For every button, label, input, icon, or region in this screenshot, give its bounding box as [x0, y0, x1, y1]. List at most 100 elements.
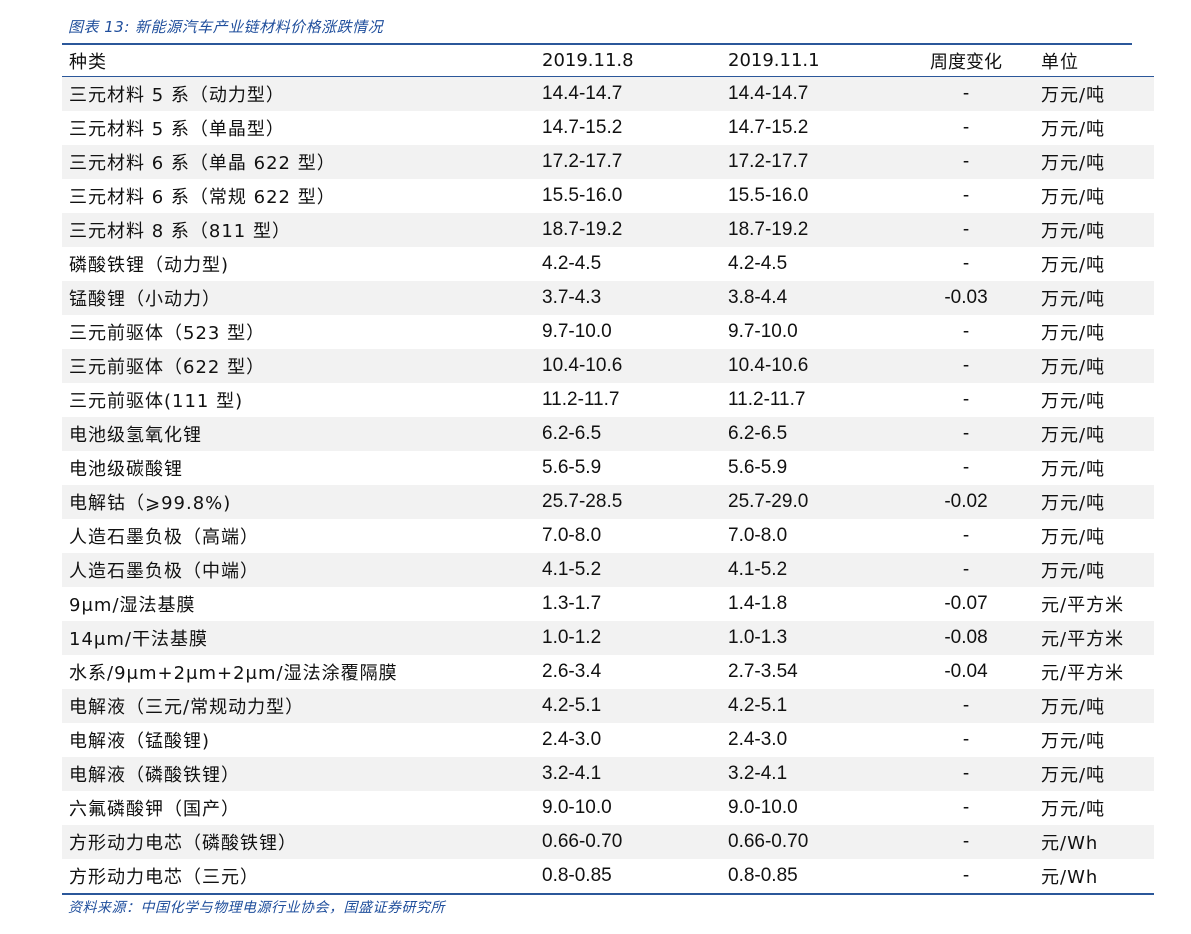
cell-weekly-change: -0.04 [944, 661, 988, 682]
cell-category: 电解钴（⩾99.8%) [62, 485, 539, 519]
cell-category: 人造石墨负极（高端） [69, 527, 259, 548]
table-row: 电解液（三元/常规动力型） 4.2-5.1 4.2-5.1- 万元/吨 [62, 689, 1154, 723]
cell-weekly-change: - [962, 525, 970, 546]
cell-price-previous: 4.2-4.5 [728, 253, 788, 274]
cell-category: 三元材料 5 系（动力型） [62, 76, 539, 111]
cell-category: 电池级碳酸锂 [69, 459, 183, 480]
cell-weekly-change: -0.03 [903, 281, 1029, 315]
cell-category: 三元材料 6 系（常规 622 型） [69, 187, 336, 208]
cell-unit: 万元/吨 [1029, 553, 1154, 587]
cell-price-current: 14.4-14.7 [539, 76, 728, 111]
table-row: 六氟磷酸钾（国产） 9.0-10.0 9.0-10.0 - 万元/吨 [62, 791, 1154, 825]
table-row: 电池级氢氧化锂 6.2-6.5 6.2-6.5- 万元/吨 [62, 417, 1154, 451]
table-row: 三元材料 5 系（单晶型） 14.7-15.2 14.7-15.2 - 万元/吨 [62, 111, 1154, 145]
table-row: 三元材料 8 系（811 型） 18.7-19.2 18.7-19.2- 万元/吨 [62, 213, 1154, 247]
cell-weekly-change: - [903, 825, 1029, 859]
cell-price-current: 4.2-5.1 [539, 689, 728, 723]
cell-price-previous: 3.8-4.4 [728, 281, 903, 315]
header-date-previous: 2019.11.1 [728, 45, 903, 77]
cell-price-current: 3.2-4.1 [539, 757, 728, 791]
cell-category: 电池级氢氧化锂 [62, 417, 539, 451]
cell-category: 六氟磷酸钾（国产） [69, 799, 240, 820]
cell-weekly-change: - [962, 797, 970, 818]
cell-weekly-change: - [903, 757, 1029, 791]
table-row: 三元材料 5 系（动力型） 14.4-14.7 14.4-14.7- 万元/吨 [62, 76, 1154, 111]
cell-weekly-change: - [903, 76, 1029, 111]
cell-price-previous: 14.4-14.7 [728, 76, 903, 111]
source-note: 资料来源：中国化学与物理电源行业协会，国盛证券研究所 [68, 900, 445, 916]
cell-unit: 万元/吨 [1029, 76, 1154, 111]
cell-price-previous: 0.66-0.70 [728, 825, 903, 859]
cell-price-current: 17.2-17.7 [539, 145, 728, 179]
cell-price-current: 5.6-5.9 [542, 457, 602, 478]
cell-price-previous: 2.7-3.54 [728, 661, 798, 682]
cell-price-current: 4.1-5.2 [539, 553, 728, 587]
cell-unit: 万元/吨 [1041, 187, 1106, 208]
cell-category: 三元前驱体（622 型） [62, 349, 539, 383]
cell-category: 方形动力电芯（磷酸铁锂） [62, 825, 539, 859]
cell-unit: 万元/吨 [1041, 731, 1106, 752]
cell-weekly-change: - [903, 145, 1029, 179]
cell-unit: 万元/吨 [1029, 281, 1154, 315]
cell-category: 电解液（锰酸锂) [69, 731, 211, 752]
cell-price-current: 0.66-0.70 [539, 825, 728, 859]
cell-unit: 万元/吨 [1041, 391, 1106, 412]
cell-unit: 元/Wh [1029, 825, 1154, 859]
header-category: 种类 [62, 45, 539, 77]
table-row: 14μm/干法基膜 1.0-1.2 1.0-1.3 -0.08 元/平方米 [62, 621, 1154, 655]
cell-category: 电解液（磷酸铁锂） [62, 757, 539, 791]
table-row: 三元前驱体（622 型） 10.4-10.6 10.4-10.6- 万元/吨 [62, 349, 1154, 383]
header-weekly-change: 周度变化 [903, 45, 1029, 77]
table-row: 电池级碳酸锂 5.6-5.9 5.6-5.9 - 万元/吨 [62, 451, 1154, 485]
cell-weekly-change: -0.08 [903, 621, 1029, 655]
cell-price-current: 2.4-3.0 [542, 729, 602, 750]
cell-category: 电解液（三元/常规动力型） [62, 689, 539, 723]
table-row: 水系/9μm+2μm+2μm/湿法涂覆隔膜 2.6-3.4 2.7-3.54 -0.0… [62, 655, 1154, 689]
cell-weekly-change: - [962, 185, 970, 206]
cell-price-previous: 4.1-5.2 [728, 553, 903, 587]
table-row: 9μm/湿法基膜 1.3-1.7 1.4-1.8 -0.07 元/平方米 [62, 587, 1154, 621]
cell-category: 水系/9μm+2μm+2μm/湿法涂覆隔膜 [69, 663, 398, 684]
cell-price-current: 18.7-19.2 [539, 213, 728, 247]
cell-weekly-change: - [962, 457, 970, 478]
cell-unit: 万元/吨 [1041, 119, 1106, 140]
cell-price-previous: 10.4-10.6 [728, 349, 903, 383]
cell-price-current: 11.2-11.7 [542, 389, 620, 410]
cell-unit: 万元/吨 [1029, 213, 1154, 247]
cell-price-current: 2.6-3.4 [542, 661, 602, 682]
cell-weekly-change: - [962, 321, 970, 342]
table-row: 三元材料 6 系（常规 622 型） 15.5-16.0 15.5-16.0 - 万元/… [62, 179, 1154, 213]
cell-unit: 万元/吨 [1029, 757, 1154, 791]
cell-unit: 万元/吨 [1029, 349, 1154, 383]
cell-price-current: 7.0-8.0 [542, 525, 602, 546]
cell-unit: 元/平方米 [1029, 621, 1154, 655]
cell-weekly-change: -0.02 [903, 485, 1029, 519]
cell-price-current: 9.7-10.0 [542, 321, 612, 342]
cell-unit: 万元/吨 [1041, 527, 1106, 548]
cell-price-previous: 1.0-1.3 [728, 621, 903, 655]
cell-weekly-change: - [962, 253, 970, 274]
cell-category: 人造石墨负极（中端） [62, 553, 539, 587]
cell-price-current: 14.7-15.2 [542, 117, 623, 138]
cell-price-previous: 14.7-15.2 [728, 117, 809, 138]
table-row: 磷酸铁锂（动力型) 4.2-4.5 4.2-4.5 - 万元/吨 [62, 247, 1154, 281]
cell-unit: 元/Wh [1029, 859, 1154, 895]
cell-category: 三元材料 5 系（单晶型） [69, 119, 285, 140]
cell-price-current: 4.2-4.5 [542, 253, 602, 274]
cell-price-current: 6.2-6.5 [539, 417, 728, 451]
cell-category: 三元前驱体(111 型) [69, 391, 244, 412]
cell-weekly-change: - [903, 349, 1029, 383]
table-body: 三元材料 5 系（动力型） 14.4-14.7 14.4-14.7- 万元/吨 三元材料… [62, 76, 1154, 895]
cell-weekly-change: - [903, 553, 1029, 587]
cell-price-previous: 18.7-19.2 [728, 213, 903, 247]
cell-price-previous: 2.4-3.0 [728, 729, 788, 750]
cell-price-previous: 4.2-5.1 [728, 689, 903, 723]
cell-price-current: 25.7-28.5 [539, 485, 728, 519]
cell-unit: 万元/吨 [1029, 689, 1154, 723]
figure-caption: 图表 13: 新能源汽车产业链材料价格涨跌情况 [68, 18, 384, 36]
cell-price-previous: 9.7-10.0 [728, 321, 798, 342]
cell-price-previous: 15.5-16.0 [728, 185, 809, 206]
price-table: 种类 2019.11.8 2019.11.1 周度变化 单位 三元材料 5 系（… [62, 45, 1154, 895]
cell-price-current: 0.8-0.85 [539, 859, 728, 895]
header-row: 种类 2019.11.8 2019.11.1 周度变化 单位 [62, 45, 1154, 77]
